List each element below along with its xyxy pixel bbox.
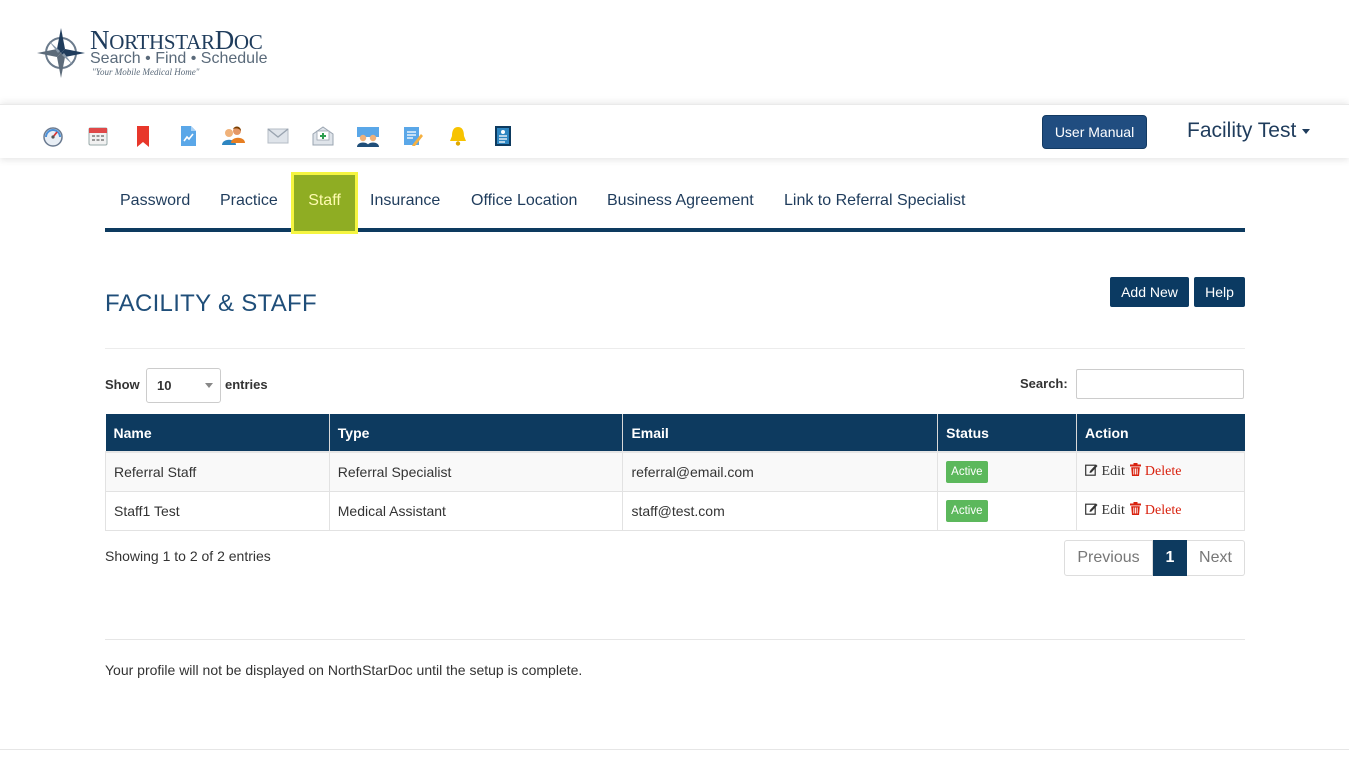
table-row: Referral Staff Referral Specialist refer… [105, 451, 1245, 492]
column-header-action: Action [1076, 414, 1245, 453]
page-title: FACILITY & STAFF [105, 290, 317, 317]
edit-link[interactable]: Edit [1085, 503, 1125, 518]
table-info: Showing 1 to 2 of 2 entries [105, 548, 271, 564]
tab-insurance[interactable]: Insurance [370, 172, 440, 228]
tab-staff[interactable]: Staff [291, 172, 358, 234]
column-header-status[interactable]: Status [937, 414, 1078, 453]
caret-down-icon [1302, 128, 1311, 134]
mail-icon[interactable] [265, 123, 291, 149]
user-manual-button[interactable]: User Manual [1042, 115, 1147, 149]
delete-link[interactable]: Delete [1130, 502, 1182, 518]
cell-type: Medical Assistant [328, 490, 624, 531]
tab-password[interactable]: Password [120, 172, 190, 228]
cell-type: Referral Specialist [328, 451, 624, 492]
cell-email: staff@test.com [622, 490, 939, 531]
edit-link[interactable]: Edit [1085, 464, 1125, 479]
column-header-type[interactable]: Type [329, 414, 624, 453]
table-header-row: Name Type Email Status Action [105, 414, 1245, 453]
icon-toolbar: User Manual Facility Test [0, 104, 1349, 158]
logo-header: NORTHSTARDOC Search • Find • Schedule "Y… [0, 0, 1349, 104]
northstardoc-logo[interactable]: NORTHSTARDOC Search • Find • Schedule "Y… [36, 26, 286, 82]
add-new-button[interactable]: Add New [1110, 277, 1189, 307]
delete-label: Delete [1144, 464, 1182, 480]
tab-office-location[interactable]: Office Location [471, 172, 577, 228]
status-badge: Active [946, 499, 988, 522]
dashboard-gauge-icon[interactable] [40, 123, 66, 149]
table-row: Staff1 Test Medical Assistant staff@test… [105, 490, 1245, 531]
compass-logo-icon [37, 28, 85, 78]
show-label: Show [105, 377, 140, 392]
edit-label: Edit [1101, 464, 1125, 480]
team-icon[interactable] [355, 123, 381, 149]
footer-divider [0, 749, 1349, 750]
edit-icon [1085, 503, 1098, 515]
divider [105, 639, 1245, 640]
user-account-menu[interactable]: Facility Test [1187, 119, 1311, 143]
page-1-button[interactable]: 1 [1153, 540, 1187, 576]
settings-tabs: Password Practice Staff Insurance Office… [105, 172, 1245, 234]
bell-icon[interactable] [445, 123, 471, 149]
calendar-icon[interactable] [85, 123, 111, 149]
cell-status: Active [937, 490, 1078, 531]
status-badge: Active [946, 460, 988, 483]
dropdown-arrow-icon [205, 383, 213, 388]
pagination: Previous 1 Next [1064, 540, 1245, 576]
report-document-icon[interactable] [175, 123, 201, 149]
search-label: Search: [1020, 376, 1068, 391]
column-header-name[interactable]: Name [105, 414, 330, 453]
brand-tagline: Search • Find • Schedule [90, 50, 268, 67]
notes-edit-icon[interactable] [400, 123, 426, 149]
cell-action: Edit Delete [1076, 451, 1245, 492]
cell-name: Staff1 Test [105, 490, 330, 531]
delete-label: Delete [1144, 503, 1182, 518]
cell-action: Edit Delete [1076, 490, 1245, 531]
tab-business-agreement[interactable]: Business Agreement [607, 172, 754, 228]
trash-icon [1130, 502, 1142, 515]
contacts-list-icon[interactable] [490, 123, 516, 149]
tab-link-to-referral-specialist[interactable]: Link to Referral Specialist [784, 172, 965, 228]
delete-link[interactable]: Delete [1130, 463, 1182, 480]
cell-status: Active [937, 451, 1078, 492]
setup-notice: Your profile will not be displayed on No… [105, 662, 583, 678]
entries-select-value: 10 [157, 378, 172, 393]
cell-name: Referral Staff [105, 451, 330, 492]
previous-page-button[interactable]: Previous [1064, 540, 1153, 576]
next-page-button[interactable]: Next [1187, 540, 1245, 576]
search-input[interactable] [1076, 369, 1244, 399]
edit-icon [1085, 464, 1098, 477]
staff-table: Name Type Email Status Action Referral S… [105, 414, 1245, 531]
cell-email: referral@email.com [622, 451, 939, 492]
help-button[interactable]: Help [1194, 277, 1245, 307]
entries-label: entries [225, 377, 268, 392]
users-icon[interactable] [220, 123, 246, 149]
trash-icon [1130, 463, 1142, 477]
divider [105, 348, 1245, 349]
user-name: Facility Test [1187, 119, 1297, 142]
column-header-email[interactable]: Email [622, 414, 939, 453]
brand-motto: "Your Mobile Medical Home" [92, 67, 200, 77]
medical-inbox-icon[interactable] [310, 123, 336, 149]
bookmark-icon[interactable] [130, 123, 156, 149]
edit-label: Edit [1101, 503, 1125, 518]
entries-per-page-select[interactable]: 10 [146, 368, 221, 403]
tab-practice[interactable]: Practice [220, 172, 278, 228]
